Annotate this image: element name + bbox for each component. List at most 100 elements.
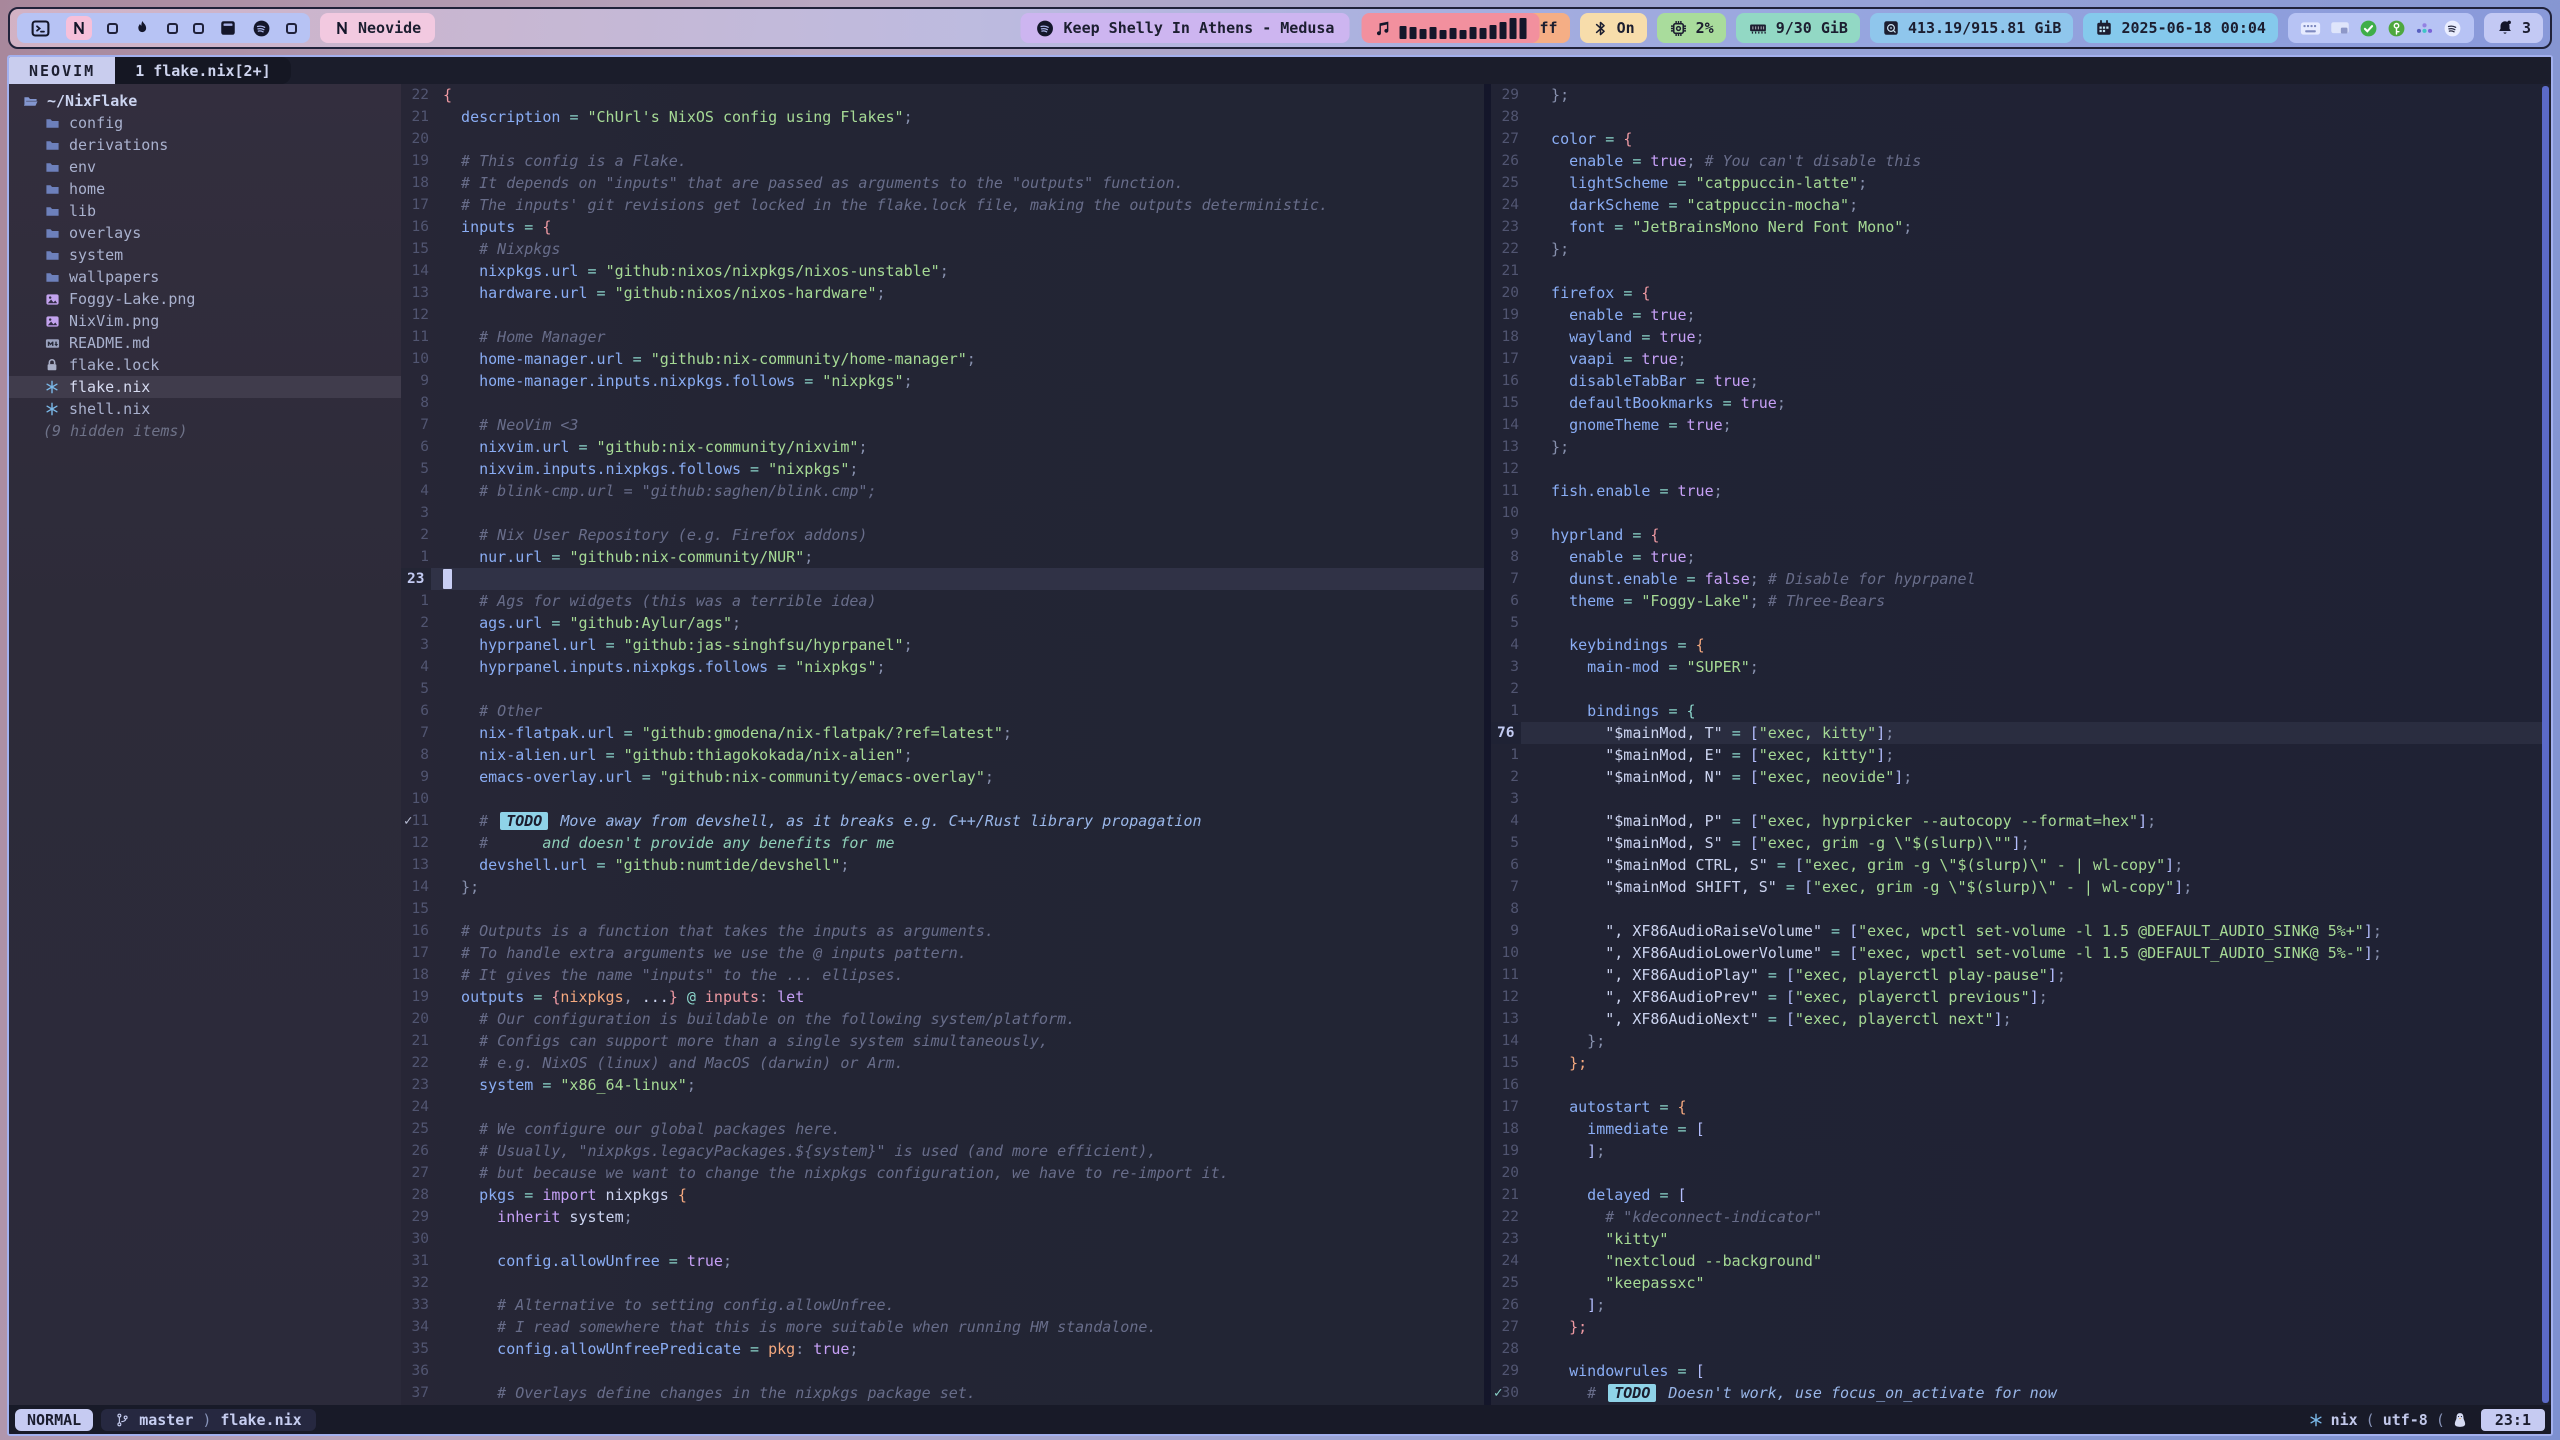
code-line: 13 hardware.url = "github:nixos/nixos-ha… (401, 282, 1484, 304)
tree-item-label: config (69, 114, 123, 132)
code-line: 5 (1491, 612, 2544, 634)
now-playing[interactable]: Keep Shelly In Athens - Medusa (1021, 13, 1350, 43)
editor-pane-left[interactable]: 22{21 description = "ChUrl's NixOS confi… (401, 84, 1484, 1405)
tree-item-readme-md[interactable]: README.md (9, 332, 401, 354)
topbar-center: Keep Shelly In Athens - Medusa (1021, 13, 1540, 43)
code-line: 17 autostart = { (1491, 1096, 2544, 1118)
workspace-icon[interactable] (107, 23, 118, 34)
code-text: }; (1519, 1318, 1587, 1336)
code-line: 13 devshell.url = "github:numtide/devshe… (401, 854, 1484, 876)
kitty-icon[interactable] (219, 19, 237, 37)
code-text: # Nixpkgs (429, 240, 560, 258)
tree-item-foggy-lake-png[interactable]: Foggy-Lake.png (9, 288, 401, 310)
code-line: 26 ]; (1491, 1294, 2544, 1316)
tree-item-lib[interactable]: lib (9, 200, 401, 222)
line-number: 16 (401, 923, 429, 939)
code-line: 11 ", XF86AudioPlay" = ["exec, playerctl… (1491, 964, 2544, 986)
workspace-launcher[interactable] (17, 13, 310, 43)
code-text: "kitty" (1519, 1230, 1668, 1248)
line-number: 22 (401, 87, 429, 103)
statusline-filename: flake.nix (220, 1411, 301, 1429)
workspace-icon[interactable] (286, 23, 297, 34)
folder-icon (43, 160, 61, 175)
status-bluetooth[interactable]: On (1580, 13, 1647, 43)
tree-item-home[interactable]: home (9, 178, 401, 200)
code-line: 11 # Home Manager (401, 326, 1484, 348)
code-line: 31 config.allowUnfree = true; (401, 1250, 1484, 1272)
keepass-icon[interactable] (2387, 19, 2406, 38)
code-text: # "kdeconnect-indicator" (1519, 1208, 1822, 1226)
line-number: 23 (401, 1077, 429, 1093)
code-line: 10 (1491, 502, 2544, 524)
tree-item-config[interactable]: config (9, 112, 401, 134)
code-line: 15 defaultBookmarks = true; (1491, 392, 2544, 414)
code-line: 25 # We configure our global packages he… (401, 1118, 1484, 1140)
sidebar-title-tab[interactable]: NEOVIM (9, 57, 115, 84)
tree-item-shell-nix[interactable]: shell.nix (9, 398, 401, 420)
terminal-icon[interactable] (30, 18, 51, 39)
system-tray[interactable] (2288, 13, 2474, 43)
code-line: 1 # Ags for widgets (this was a terrible… (401, 590, 1484, 612)
tree-item--nixflake[interactable]: ~/NixFlake (9, 90, 401, 112)
status-disk[interactable]: 413.19/915.81 GiB (1870, 13, 2074, 43)
workspace-icon[interactable] (193, 23, 204, 34)
pane-separator[interactable] (1484, 84, 1491, 1405)
music-note-icon (1374, 19, 1391, 37)
buffer-tab-flake-nix[interactable]: 1 flake.nix[2+] (115, 57, 290, 84)
tree-item-nixvim-png[interactable]: NixVim.png (9, 310, 401, 332)
line-number: 28 (1491, 109, 1519, 125)
firefox-icon[interactable] (133, 19, 152, 38)
topbar-right: 85%OffOn2%9/30 GiB413.19/915.81 GiB2025-… (1403, 13, 2543, 43)
line-number: 9 (1491, 923, 1519, 939)
disk-icon (1882, 19, 1900, 37)
code-line: 7 "$mainMod SHIFT, S" = ["exec, grim -g … (1491, 876, 2544, 898)
code-text: ", XF86AudioPrev" = ["exec, playerctl pr… (1519, 988, 2048, 1006)
tree-item-derivations[interactable]: derivations (9, 134, 401, 156)
tailscale-icon[interactable] (2415, 19, 2434, 38)
spotify-tray-icon[interactable] (2443, 19, 2462, 38)
active-app[interactable]: Neovide (320, 13, 435, 43)
tree-item-flake-nix[interactable]: flake.nix (9, 376, 401, 398)
code-text: immediate = [ (1519, 1120, 1705, 1138)
code-text: ", XF86AudioRaiseVolume" = ["exec, wpctl… (1519, 922, 2382, 940)
code-text: "$mainMod, S" = ["exec, grim -g \"$(slur… (1519, 834, 2030, 852)
line-number: 36 (401, 1363, 429, 1379)
gutter-sign: ✓ (1494, 1385, 1502, 1401)
code-line: 2 # Nix User Repository (e.g. Firefox ad… (401, 524, 1484, 546)
folder-icon (43, 226, 61, 241)
code-line: 3 (1491, 788, 2544, 810)
line-number: 2 (1491, 769, 1519, 785)
code-line: 21 (1491, 260, 2544, 282)
tree-item-label: README.md (69, 334, 150, 352)
code-line: 6 "$mainMod CTRL, S" = ["exec, grim -g \… (1491, 854, 2544, 876)
nix-icon (43, 402, 61, 416)
notifications[interactable]: 3 (2484, 13, 2543, 43)
code-text: # The inputs' git revisions get locked i… (429, 196, 1328, 214)
keyboard-icon[interactable] (2300, 20, 2321, 37)
line-number: 1 (401, 549, 429, 565)
editor-pane-right[interactable]: 29 };2827 color = {26 enable = true; # Y… (1491, 84, 2544, 1405)
line-number: 11 (1491, 967, 1519, 983)
code-text: nixpkgs.url = "github:nixos/nixpkgs/nixo… (429, 262, 949, 280)
workspace-icon[interactable] (167, 23, 178, 34)
audio-visualizer[interactable] (1361, 13, 1539, 43)
code-text: hyprland = { (1519, 526, 1659, 544)
tree-item-label: flake.lock (69, 356, 159, 374)
code-text: # It depends on "inputs" that are passed… (429, 174, 1184, 192)
tree-item-flake-lock[interactable]: flake.lock (9, 354, 401, 376)
status-cpu[interactable]: 2% (1657, 13, 1726, 43)
tree-item-system[interactable]: system (9, 244, 401, 266)
tree-item-label: env (69, 158, 96, 176)
neovide-active-icon[interactable] (66, 16, 92, 40)
spotify-icon[interactable] (252, 19, 271, 38)
code-line: 9 ", XF86AudioRaiseVolume" = ["exec, wpc… (1491, 920, 2544, 942)
tree-item-wallpapers[interactable]: wallpapers (9, 266, 401, 288)
status-memory[interactable]: 9/30 GiB (1736, 13, 1860, 43)
cursor-position: 23:1 (2481, 1409, 2545, 1431)
tree-item-env[interactable]: env (9, 156, 401, 178)
verified-icon[interactable] (2359, 19, 2378, 38)
status-clock[interactable]: 2025-06-18 00:04 (2083, 13, 2278, 43)
scrollbar[interactable] (2542, 86, 2549, 1403)
tree-item-overlays[interactable]: overlays (9, 222, 401, 244)
screenshare-icon[interactable] (2330, 20, 2350, 37)
